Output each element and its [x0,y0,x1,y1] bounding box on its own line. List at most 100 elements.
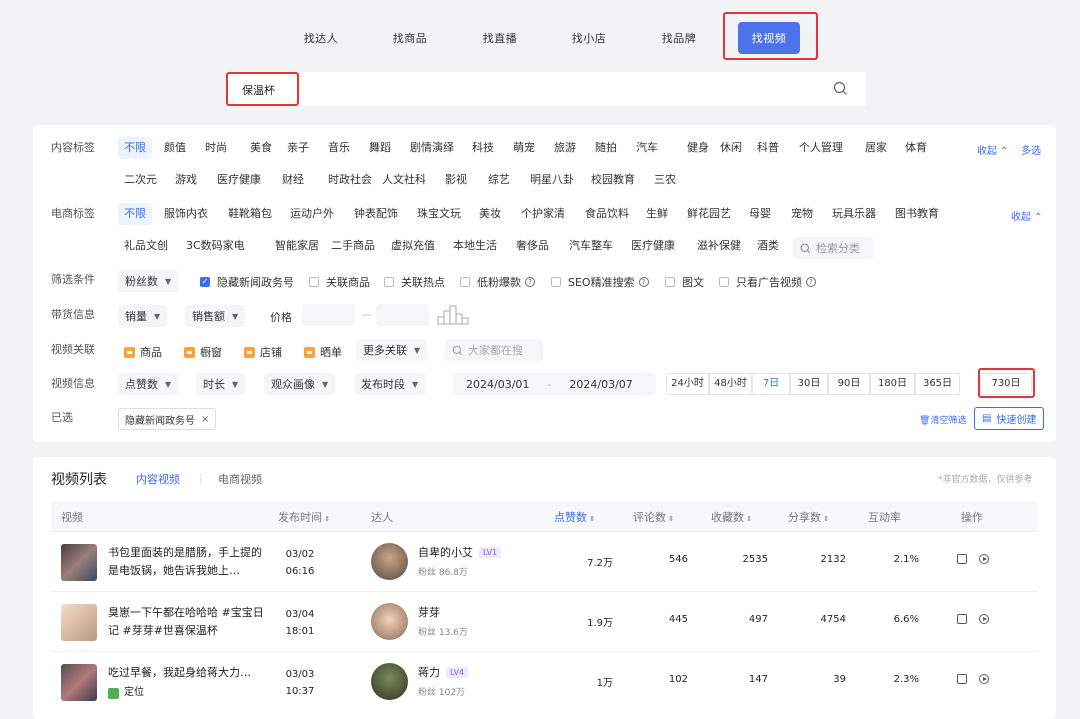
check-low-fans-hit[interactable]: 低粉爆款? [460,274,535,290]
ct2-tag[interactable]: 人文社科 [376,169,432,191]
ct2-tag[interactable]: 校园教育 [585,169,641,191]
ct1-tag[interactable]: 休闲 [714,137,748,159]
search-bar[interactable]: 保温杯 [226,72,866,106]
video-title[interactable]: 臭崽一下午都在哈哈哈 #宝宝日记 #芽芽#世喜保温杯 [108,604,268,640]
et2-tag[interactable]: 3C数码家电 [180,235,251,257]
et1-tag[interactable]: 运动户外 [284,203,340,225]
fans-dropdown[interactable]: 粉丝数 ▼ [118,270,179,292]
content-tags-collapse[interactable]: 收起 ⌃ [977,142,1009,157]
et1-tag[interactable]: 美妆 [473,203,507,225]
link-review[interactable]: 晒单 [304,344,342,360]
category-search[interactable]: 检索分类 [793,237,873,259]
et1-tag[interactable]: 玩具乐器 [826,203,882,225]
search-icon[interactable] [833,81,848,96]
col-shares[interactable]: 分享数 ⇕ [788,509,829,525]
ct2-tag[interactable]: 财经 [276,169,310,191]
quick-create-button[interactable]: ▤ 快速创建 [974,407,1045,430]
sales-amount-dropdown[interactable]: 销售额 ▼ [185,305,246,327]
ct1-tag[interactable]: 不限 [118,137,152,159]
more-link-dropdown[interactable]: 更多关联 ▼ [356,339,428,361]
check-ads-only[interactable]: 只看广告视频? [719,274,816,290]
link-product[interactable]: 商品 [124,344,162,360]
ct1-tag[interactable]: 颜值 [158,137,192,159]
period-48h[interactable]: 48小时 [709,373,752,395]
publish-time-dropdown[interactable]: 发布时段 ▼ [354,373,426,395]
audience-dropdown[interactable]: 观众画像 ▼ [264,373,336,395]
et1-tag[interactable]: 个护家清 [515,203,571,225]
et2-tag[interactable]: 礼品文创 [118,235,174,257]
period-30d[interactable]: 30日 [790,373,828,395]
price-max-input[interactable] [376,304,429,326]
period-180d[interactable]: 180日 [870,373,915,395]
et1-tag[interactable]: 服饰内衣 [158,203,214,225]
check-seo[interactable]: SEO精准搜索? [551,274,649,290]
author-name[interactable]: 蒋力 LV4 [418,664,469,680]
content-tags-multi-select[interactable]: 多选 [1021,142,1041,157]
video-title[interactable]: 书包里面装的是腊肠，手上提的是电饭锅，她告诉我她上… [108,544,268,580]
date-range-picker[interactable]: 2024/03/01 - 2024/03/07 [453,373,656,395]
ct2-tag[interactable]: 影视 [439,169,473,191]
et1-tag[interactable]: 钟表配饰 [348,203,404,225]
avatar[interactable] [371,603,408,640]
et2-tag[interactable]: 医疗健康 [625,235,681,257]
video-title[interactable]: 吃过早餐，我起身给蒋大力… 定位 [108,664,268,702]
col-comments[interactable]: 评论数 ⇕ [633,509,674,525]
video-thumbnail[interactable] [61,544,97,581]
location-tag[interactable]: 定位 [108,684,268,702]
ct1-tag[interactable]: 亲子 [281,137,315,159]
ct2-tag[interactable]: 时政社会 [322,169,378,191]
et1-tag[interactable]: 生鲜 [640,203,674,225]
tab-content-video[interactable]: 内容视频 [136,471,180,487]
et2-tag[interactable]: 汽车整车 [563,235,619,257]
et2-tag[interactable]: 二手商品 [325,235,381,257]
et1-tag[interactable]: 母婴 [743,203,777,225]
check-related-hot[interactable]: 关联热点 [384,274,445,290]
et1-tag[interactable]: 图书教育 [889,203,945,225]
ct2-tag[interactable]: 三农 [648,169,682,191]
ct2-tag[interactable]: 医疗健康 [211,169,267,191]
et1-tag[interactable]: 宠物 [785,203,819,225]
et1-tag[interactable]: 食品饮料 [579,203,635,225]
ct1-tag[interactable]: 汽车 [630,137,664,159]
et1-tag[interactable]: 珠宝文玩 [411,203,467,225]
period-365d[interactable]: 365日 [915,373,960,395]
play-icon[interactable] [979,614,989,624]
price-histogram-icon[interactable] [437,305,469,325]
link-window[interactable]: 橱窗 [184,344,222,360]
col-favorites[interactable]: 收藏数 ⇕ [711,509,752,525]
author-name[interactable]: 自卑的小艾 LV1 [418,544,502,560]
ct1-tag[interactable]: 科技 [466,137,500,159]
check-image-text[interactable]: 图文 [665,274,704,290]
check-hide-news[interactable]: ✓ 隐藏新闻政务号 [200,274,294,290]
ct1-tag[interactable]: 健身 [681,137,715,159]
ct1-tag[interactable]: 科普 [751,137,785,159]
duration-dropdown[interactable]: 时长 ▼ [196,373,246,395]
ct2-tag[interactable]: 综艺 [482,169,516,191]
tab-find-influencer[interactable]: 找达人 [281,12,361,64]
ecom-tags-collapse[interactable]: 收起 ⌃ [1011,208,1043,223]
tab-find-product[interactable]: 找商品 [370,12,450,64]
period-90d[interactable]: 90日 [828,373,870,395]
et2-tag[interactable]: 智能家居 [269,235,325,257]
table-row[interactable]: 书包里面装的是腊肠，手上提的是电饭锅，她告诉我她上… 03/02 06:16 自卑… [51,531,1038,591]
likes-dropdown[interactable]: 点赞数 ▼ [118,373,179,395]
detail-icon[interactable] [957,554,967,564]
ct1-tag[interactable]: 随拍 [589,137,623,159]
trending-search[interactable]: 大家都在搜 [445,339,543,361]
et2-tag[interactable]: 酒类 [751,235,785,257]
ct1-tag[interactable]: 萌宠 [507,137,541,159]
sales-dropdown[interactable]: 销量 ▼ [118,305,168,327]
ct1-tag[interactable]: 体育 [899,137,933,159]
tab-ecom-video[interactable]: 电商视频 [218,471,262,487]
ct1-tag[interactable]: 个人管理 [793,137,849,159]
et2-tag[interactable]: 虚拟充值 [385,235,441,257]
tab-find-shop[interactable]: 找小店 [549,12,629,64]
ct1-tag[interactable]: 居家 [859,137,893,159]
ct1-tag[interactable]: 美食 [244,137,278,159]
link-shop[interactable]: 店铺 [244,344,282,360]
detail-icon[interactable] [957,674,967,684]
author-name[interactable]: 芽芽 [418,604,440,620]
ct2-tag[interactable]: 二次元 [118,169,163,191]
detail-icon[interactable] [957,614,967,624]
et2-tag[interactable]: 滋补保健 [691,235,747,257]
